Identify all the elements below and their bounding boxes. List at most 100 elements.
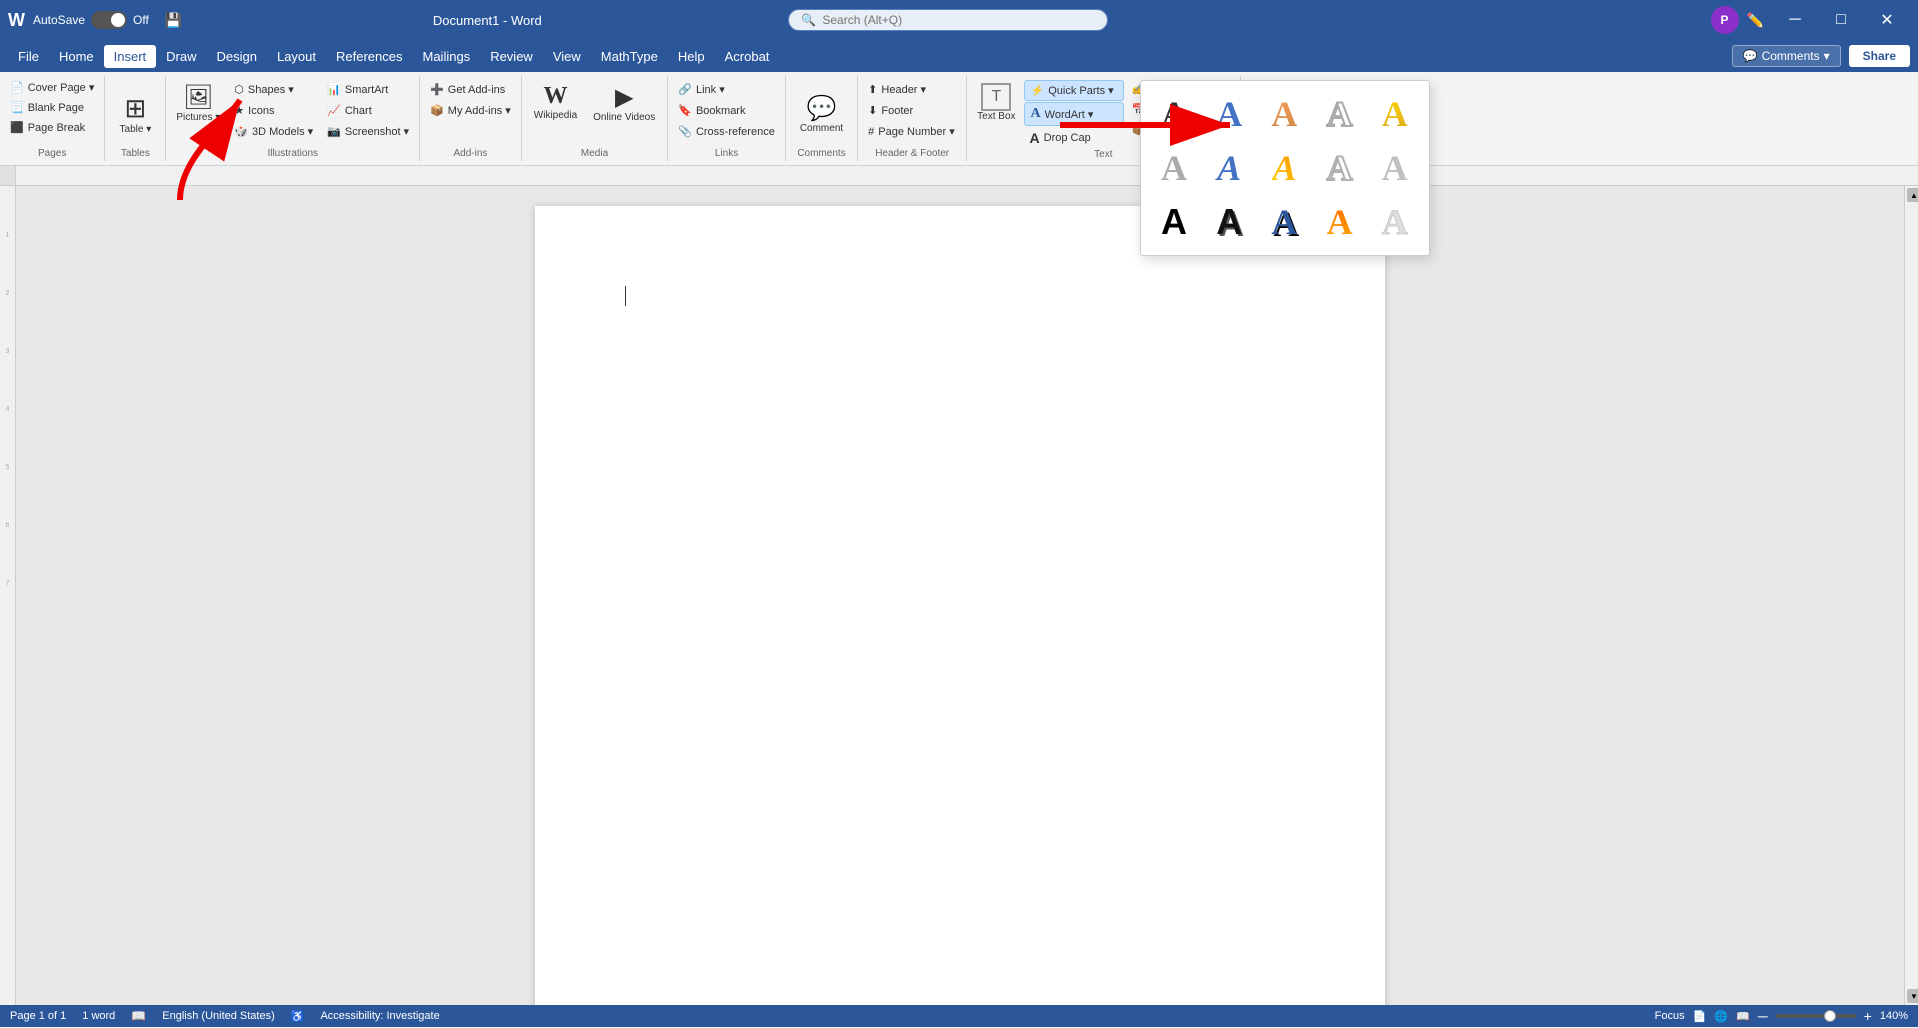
3d-models-button[interactable]: 🎲 3D Models ▾ [228,122,319,141]
menu-design[interactable]: Design [207,45,267,68]
link-button[interactable]: 🔗 Link ▾ [672,80,781,99]
menu-home[interactable]: Home [49,45,104,68]
menu-mailings[interactable]: Mailings [413,45,481,68]
save-icon[interactable]: 💾 [165,12,182,29]
link-label: Link ▾ [696,83,725,96]
wordart-style-5[interactable]: A [1370,89,1420,139]
search-input[interactable] [822,13,1095,27]
restore-button[interactable]: □ [1818,0,1864,40]
wordart-style-1[interactable]: A [1149,89,1199,139]
menu-file[interactable]: File [8,45,49,68]
focus-label[interactable]: Focus [1655,1010,1685,1022]
wordart-style-2[interactable]: A [1204,89,1254,139]
comment-button[interactable]: 💬 Comment [794,91,849,137]
wordart-dropdown: A A A A A A A A A A A [1140,80,1430,256]
page-break-label: Page Break [28,122,85,134]
page-number-button[interactable]: # Page Number ▾ [862,122,962,141]
zoom-in-icon[interactable]: + [1864,1008,1872,1024]
menu-review[interactable]: Review [480,45,543,68]
wordart-style-13[interactable]: A [1259,197,1309,247]
cover-page-label: Cover Page ▾ [28,81,95,94]
view-read-icon[interactable]: 📖 [1736,1010,1750,1023]
avatar: P [1711,6,1739,34]
comments-label: Comments [1762,49,1820,63]
pictures-button[interactable]: 🖼 Pictures ▾ [170,80,226,126]
zoom-out-icon[interactable]: ─ [1758,1008,1768,1024]
get-addins-button[interactable]: ➕ Get Add-ins [424,80,517,99]
quick-parts-button[interactable]: ⚡ Quick Parts ▾ [1024,80,1124,101]
link-icon: 🔗 [678,83,692,96]
quick-parts-label: Quick Parts ▾ [1048,84,1113,97]
wordart-style-8[interactable]: A [1259,143,1309,193]
get-addins-icon: ➕ [430,83,444,96]
zoom-slider[interactable] [1776,1014,1856,1018]
autosave-toggle[interactable] [91,11,127,29]
menu-acrobat[interactable]: Acrobat [715,45,780,68]
wordart-style-12[interactable]: A [1204,197,1254,247]
my-addins-button[interactable]: 📦 My Add-ins ▾ [424,101,517,120]
comments-button[interactable]: 💬 Comments ▾ [1732,45,1841,67]
comments-icon: 💬 [1743,49,1758,63]
scrollbar-vertical[interactable]: ▲ ▼ [1904,186,1918,1005]
3d-models-label: 3D Models ▾ [252,125,313,138]
icons-button[interactable]: ★ Icons [228,101,319,120]
wordart-style-4[interactable]: A [1315,89,1365,139]
table-button[interactable]: ⊞ Table ▾ [113,90,157,138]
minimize-button[interactable]: ─ [1772,0,1818,40]
shapes-button[interactable]: ⬡ Shapes ▾ [228,80,319,99]
wikipedia-button[interactable]: W Wikipedia [528,80,583,124]
wordart-style-15[interactable]: A [1370,197,1420,247]
menu-mathtype[interactable]: MathType [591,45,668,68]
page[interactable] [535,206,1385,1005]
pen-icon[interactable]: ✏️ [1747,12,1764,29]
page-break-icon: ⬛ [10,121,24,134]
ribbon: 📄 Cover Page ▾ 📃 Blank Page ⬛ Page Break… [0,72,1918,166]
text-box-icon: T [981,83,1011,111]
screenshot-button[interactable]: 📷 Screenshot ▾ [321,122,415,141]
wordart-grid: A A A A A A A A A A A [1149,89,1421,247]
wordart-style-11[interactable]: A [1149,197,1199,247]
close-button[interactable]: ✕ [1864,0,1910,40]
cross-reference-button[interactable]: 📎 Cross-reference [672,122,781,141]
zoom-slider-knob[interactable] [1824,1010,1836,1022]
menu-insert[interactable]: Insert [104,45,157,68]
wordart-style-10[interactable]: A [1370,143,1420,193]
drop-cap-button[interactable]: A Drop Cap [1024,127,1124,149]
online-videos-button[interactable]: ▶ Online Videos [587,80,661,126]
illustrations-group-label: Illustrations [170,148,415,161]
blank-page-button[interactable]: 📃 Blank Page [4,98,100,117]
menu-draw[interactable]: Draw [156,45,206,68]
header-button[interactable]: ⬆ Header ▾ [862,80,962,99]
table-icon: ⊞ [124,93,146,124]
share-button[interactable]: Share [1849,45,1910,67]
menu-help[interactable]: Help [668,45,715,68]
wordart-style-14[interactable]: A [1315,197,1365,247]
blank-page-icon: 📃 [10,101,24,114]
links-group-label: Links [672,148,781,161]
bookmark-button[interactable]: 🔖 Bookmark [672,101,781,120]
menu-view[interactable]: View [543,45,591,68]
shapes-icon: ⬡ [234,83,244,96]
my-addins-label: My Add-ins ▾ [448,104,511,117]
menu-references[interactable]: References [326,45,412,68]
page-break-button[interactable]: ⬛ Page Break [4,118,100,137]
accessibility-icon: ♿ [291,1010,305,1023]
wordart-style-6[interactable]: A [1149,143,1199,193]
view-print-icon[interactable]: 📄 [1693,1010,1707,1023]
view-web-icon[interactable]: 🌐 [1714,1010,1728,1023]
cover-page-button[interactable]: 📄 Cover Page ▾ [4,78,100,97]
menu-bar: File Home Insert Draw Design Layout Refe… [0,40,1918,72]
chart-button[interactable]: 📈 Chart [321,101,415,120]
menu-layout[interactable]: Layout [267,45,326,68]
wordart-style-3[interactable]: A [1259,89,1309,139]
smartart-button[interactable]: 📊 SmartArt [321,80,415,99]
bookmark-label: Bookmark [696,105,746,117]
ribbon-group-pages: 📄 Cover Page ▾ 📃 Blank Page ⬛ Page Break… [0,76,105,161]
footer-button[interactable]: ⬇ Footer [862,101,962,120]
screenshot-icon: 📷 [327,125,341,138]
wordart-button[interactable]: A WordArt ▾ [1024,102,1124,126]
pages-group-label: Pages [4,148,100,161]
wordart-style-7[interactable]: A [1204,143,1254,193]
wordart-style-9[interactable]: A [1315,143,1365,193]
text-box-button[interactable]: T Text Box [971,80,1021,125]
